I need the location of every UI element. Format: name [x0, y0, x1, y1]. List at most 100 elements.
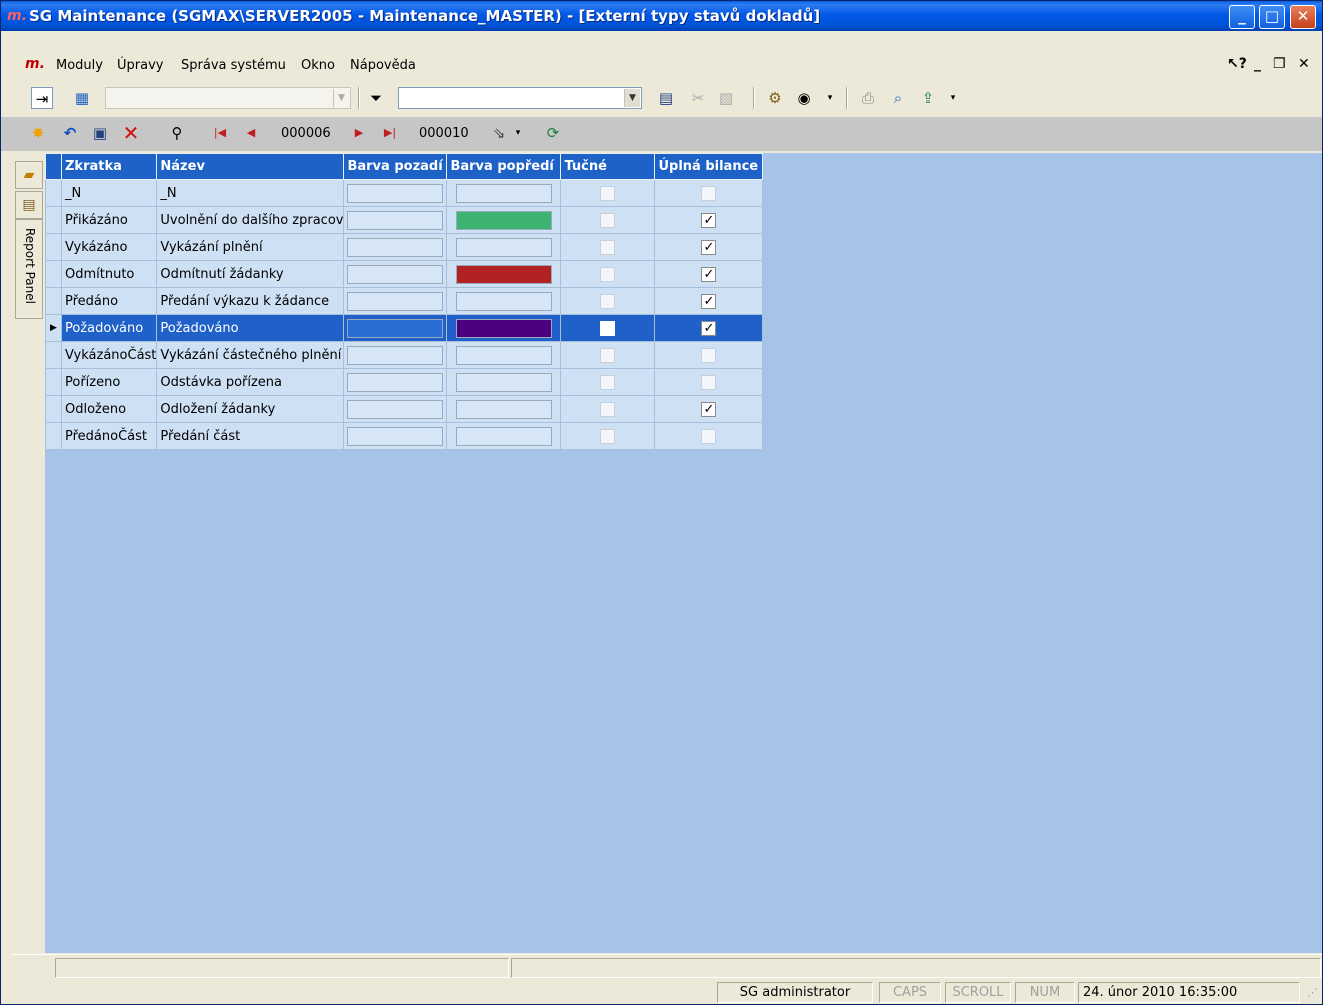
row-indicator[interactable]: [45, 179, 62, 207]
cell-tucne[interactable]: [560, 287, 656, 315]
print-icon[interactable]: ⎙: [857, 87, 879, 109]
cell-barva-popredi[interactable]: [446, 422, 562, 450]
cell-nazev[interactable]: Vykázání částečného plnění: [156, 341, 345, 369]
cell-nazev[interactable]: Předání výkazu k žádance: [156, 287, 345, 315]
view-dropdown-icon[interactable]: ▾: [819, 87, 841, 109]
row-indicator[interactable]: [45, 395, 62, 423]
cell-nazev[interactable]: Vykázání plnění: [156, 233, 345, 261]
cell-barva-pozadi[interactable]: [343, 260, 448, 288]
table-row[interactable]: Přikázáno Uvolnění do dalšího zpracov ✓: [45, 206, 764, 234]
mdi-close-button[interactable]: ✕: [1298, 56, 1310, 72]
column-header-uplna-bilance[interactable]: Úplná bilance: [654, 153, 764, 180]
cell-tucne[interactable]: [560, 422, 656, 450]
cell-barva-popredi[interactable]: [446, 206, 562, 234]
cell-uplna-bilance[interactable]: ✓: [654, 260, 764, 288]
menu-okno[interactable]: Okno: [301, 58, 335, 73]
cell-barva-pozadi[interactable]: [343, 314, 448, 342]
row-indicator[interactable]: [45, 368, 62, 396]
cell-uplna-bilance[interactable]: [654, 368, 764, 396]
print-preview-icon[interactable]: ⌕: [887, 87, 909, 109]
cell-barva-popredi[interactable]: [446, 179, 562, 207]
cell-barva-pozadi[interactable]: [343, 368, 448, 396]
table-row[interactable]: Odloženo Odložení žádanky ✓: [45, 395, 764, 423]
next-record-icon[interactable]: ▶: [348, 122, 370, 144]
checkbox[interactable]: [701, 185, 717, 201]
color-swatch[interactable]: [347, 345, 444, 365]
cell-barva-pozadi[interactable]: [343, 395, 448, 423]
checkbox[interactable]: ✓: [701, 266, 717, 282]
tools-icon[interactable]: ⚙: [764, 87, 786, 109]
row-indicator[interactable]: [45, 341, 62, 369]
cell-nazev[interactable]: _N: [156, 179, 345, 207]
color-swatch[interactable]: [455, 183, 552, 203]
cell-nazev[interactable]: Předání část: [156, 422, 345, 450]
table-row[interactable]: ▶ Požadováno Požadováno ✓: [45, 314, 764, 342]
row-indicator[interactable]: [45, 260, 62, 288]
color-swatch[interactable]: [455, 399, 552, 419]
checkbox[interactable]: [600, 239, 616, 255]
column-header-zkratka[interactable]: Zkratka: [60, 153, 158, 180]
checkbox[interactable]: [600, 347, 616, 363]
cell-uplna-bilance[interactable]: ✓: [654, 287, 764, 315]
cell-nazev[interactable]: Odložení žádanky: [156, 395, 345, 423]
cell-zkratka[interactable]: Vykázáno: [60, 233, 158, 261]
cell-tucne[interactable]: [560, 341, 656, 369]
new-record-icon[interactable]: ✸: [27, 122, 49, 144]
context-help-icon[interactable]: ↖?: [1227, 56, 1247, 72]
color-swatch[interactable]: [455, 210, 552, 230]
export-dropdown-icon[interactable]: ▾: [942, 87, 964, 109]
checkbox[interactable]: [600, 293, 616, 309]
cell-zkratka[interactable]: PředánoČást: [60, 422, 158, 450]
cell-barva-pozadi[interactable]: [343, 206, 448, 234]
cell-zkratka[interactable]: Odloženo: [60, 395, 158, 423]
checkbox[interactable]: ✓: [701, 293, 717, 309]
clear-filter-icon[interactable]: ✂: [687, 87, 709, 109]
cell-nazev[interactable]: Odstávka pořízena: [156, 368, 345, 396]
color-swatch[interactable]: [455, 426, 552, 446]
cell-barva-pozadi[interactable]: [343, 422, 448, 450]
checkbox[interactable]: [600, 374, 616, 390]
cell-tucne[interactable]: [560, 260, 656, 288]
cell-tucne[interactable]: [560, 395, 656, 423]
grid-view-icon[interactable]: ▦: [71, 87, 93, 109]
checkbox[interactable]: ✓: [701, 320, 717, 336]
mdi-restore-button[interactable]: ❐: [1273, 56, 1286, 72]
find-binoculars-icon[interactable]: ⚲: [166, 122, 188, 144]
cell-uplna-bilance[interactable]: [654, 179, 764, 207]
color-swatch[interactable]: [455, 264, 552, 284]
cell-tucne[interactable]: [560, 233, 656, 261]
color-swatch[interactable]: [455, 291, 552, 311]
cell-zkratka[interactable]: Přikázáno: [60, 206, 158, 234]
color-swatch[interactable]: [347, 264, 444, 284]
color-swatch[interactable]: [455, 318, 552, 338]
table-row[interactable]: PředánoČást Předání část: [45, 422, 764, 450]
cell-barva-popredi[interactable]: [446, 395, 562, 423]
color-swatch[interactable]: [347, 426, 444, 446]
table-row[interactable]: _N _N: [45, 179, 764, 207]
color-swatch[interactable]: [347, 237, 444, 257]
color-swatch[interactable]: [347, 183, 444, 203]
close-button[interactable]: ✕: [1290, 5, 1316, 29]
color-swatch[interactable]: [347, 399, 444, 419]
cell-uplna-bilance[interactable]: ✓: [654, 314, 764, 342]
filter-select[interactable]: ▼: [398, 87, 642, 109]
side-tool-icon[interactable]: ▤: [15, 191, 43, 219]
mdi-minimize-button[interactable]: _: [1254, 56, 1261, 72]
menu-moduly[interactable]: Moduly: [56, 58, 103, 73]
maximize-button[interactable]: □: [1259, 5, 1285, 29]
delete-icon[interactable]: ✕: [120, 122, 142, 144]
side-folder-icon[interactable]: ▰: [15, 161, 43, 189]
cell-tucne[interactable]: [560, 206, 656, 234]
row-indicator[interactable]: [45, 287, 62, 315]
table-row[interactable]: VykázánoČást Vykázání částečného plnění: [45, 341, 764, 369]
menu-upravy[interactable]: Úpravy: [117, 58, 163, 73]
cell-barva-popredi[interactable]: [446, 287, 562, 315]
color-swatch[interactable]: [455, 372, 552, 392]
view-select[interactable]: ▼: [105, 87, 351, 109]
color-swatch[interactable]: [347, 210, 444, 230]
refresh-icon[interactable]: ⟳: [542, 122, 564, 144]
cell-barva-popredi[interactable]: [446, 233, 562, 261]
report-icon[interactable]: ▤: [655, 87, 677, 109]
table-row[interactable]: Odmítnuto Odmítnutí žádanky ✓: [45, 260, 764, 288]
edit-filter-icon[interactable]: ▧: [715, 87, 737, 109]
